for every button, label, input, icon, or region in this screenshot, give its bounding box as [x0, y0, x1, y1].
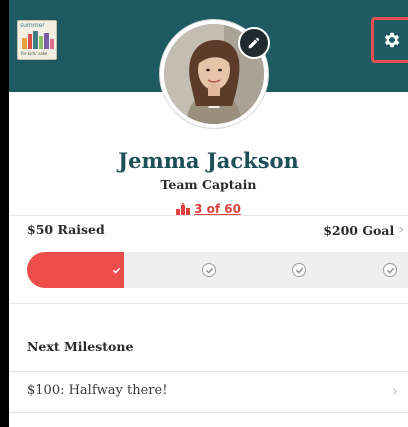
chevron-right-icon: ›: [398, 222, 404, 238]
rank-link[interactable]: 3 of 60: [194, 202, 241, 216]
goal-amount: $200 Goal: [323, 222, 395, 238]
check-icon: [295, 267, 303, 274]
goal-link[interactable]: $200 Goal ›: [323, 222, 404, 238]
divider: [9, 215, 408, 216]
logo-bars-icon: [22, 31, 54, 49]
milestone-text: $100: Halfway there!: [27, 383, 168, 398]
campaign-logo[interactable]: summer for kids' sake: [17, 20, 57, 60]
milestone-checkpoint: [109, 263, 123, 277]
next-milestone-row[interactable]: $100: Halfway there! ›: [9, 372, 408, 412]
divider: [9, 412, 408, 413]
raised-amount: $50 Raised: [27, 222, 105, 237]
pencil-icon: [248, 37, 260, 49]
check-icon: [386, 267, 394, 274]
check-icon: [112, 267, 120, 274]
milestone-checkpoint: [292, 263, 306, 277]
logo-text: summer: [20, 22, 45, 29]
settings-button[interactable]: [371, 17, 408, 63]
profile-name: Jemma Jackson: [118, 148, 299, 173]
milestone-checkpoint: [383, 263, 397, 277]
edit-profile-button[interactable]: [238, 27, 270, 59]
divider: [9, 303, 408, 304]
fundraising-progress-bar: [27, 252, 408, 288]
app-screen: summer for kids' sake Jemma Jackson Team…: [9, 0, 408, 427]
logo-subtext: for kids' sake: [21, 51, 48, 56]
chevron-right-icon: ›: [392, 382, 398, 400]
podium-icon: [176, 203, 191, 215]
next-milestone-heading: Next Milestone: [27, 339, 134, 354]
milestone-checkpoint: [202, 263, 216, 277]
profile-role: Team Captain: [160, 177, 257, 192]
gear-icon: [384, 32, 399, 48]
leaderboard-rank[interactable]: 3 of 60: [9, 202, 408, 216]
check-icon: [205, 267, 213, 274]
